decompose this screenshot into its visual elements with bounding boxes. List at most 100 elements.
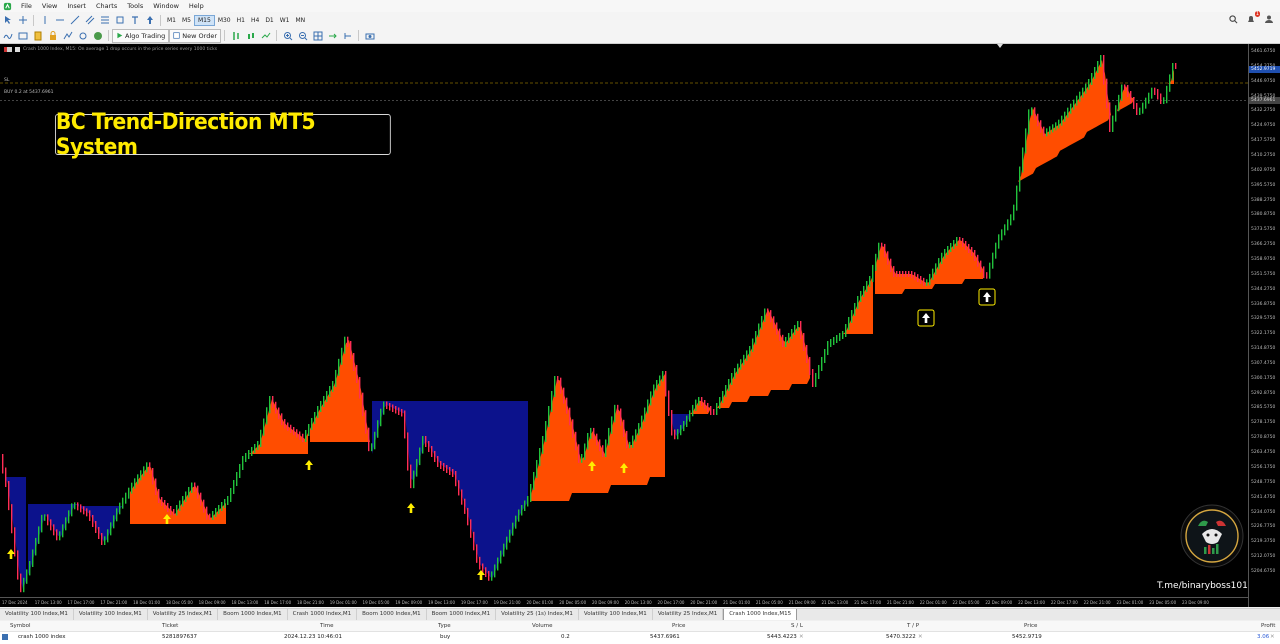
col-current-price[interactable]: Price (1024, 621, 1037, 631)
bull-candle (182, 496, 184, 507)
symbol-tab[interactable]: Volatility 100 Index,M1 (579, 609, 653, 620)
col-profit[interactable]: Profit (1261, 621, 1275, 631)
price-axis[interactable]: 5461.67505454.37505446.97505439.57505432… (1248, 44, 1280, 607)
col-sl[interactable]: S / L (791, 621, 803, 631)
time-tick: 17 Dec 21:00 (100, 600, 128, 605)
menu-view[interactable]: View (37, 0, 62, 12)
candles-icon[interactable] (245, 30, 256, 41)
chart-shift-icon[interactable] (342, 30, 353, 41)
new-order-button[interactable]: New Order (169, 28, 221, 43)
line-chart-icon[interactable] (260, 30, 271, 41)
bull-candle (143, 466, 145, 477)
trade-table: Symbol Ticket Time Type Volume Price S /… (0, 621, 1280, 644)
crosshair-icon[interactable] (17, 15, 28, 26)
col-price[interactable]: Price (672, 621, 685, 631)
channel-icon[interactable] (84, 15, 95, 26)
remove-sl-icon[interactable]: ✕ (799, 632, 804, 642)
bull-candle (584, 443, 586, 460)
symbol-tab[interactable]: Volatility 25 (1s) Index,M1 (496, 609, 579, 620)
table-row[interactable]: crash 1000 index 5281897637 2024.12.23 1… (0, 632, 1280, 642)
bull-candle (524, 500, 526, 511)
remove-tp-icon[interactable]: ✕ (918, 632, 923, 642)
indicators-icon[interactable] (2, 30, 13, 41)
menu-help[interactable]: Help (184, 0, 209, 12)
lock-icon[interactable] (47, 30, 58, 41)
trendline-icon[interactable] (69, 15, 80, 26)
fibonacci-icon[interactable] (99, 15, 110, 26)
timeframe-w1[interactable]: W1 (277, 15, 293, 26)
bull-candle (116, 508, 118, 522)
symbol-tab[interactable]: Volatility 25 Index,M1 (653, 609, 724, 620)
col-ticket[interactable]: Ticket (162, 621, 178, 631)
bull-candle (335, 369, 337, 387)
menu-insert[interactable]: Insert (62, 0, 91, 12)
bull-candle (257, 441, 259, 450)
bear-candle (899, 271, 901, 277)
template-icon[interactable] (32, 30, 43, 41)
autoscroll-icon[interactable] (327, 30, 338, 41)
menu-file[interactable]: File (16, 0, 37, 12)
timeframe-d1[interactable]: D1 (262, 15, 276, 26)
timeframe-mn[interactable]: MN (293, 15, 309, 26)
symbol-tab[interactable]: Boom 1000 Index,M1 (218, 609, 288, 620)
col-time[interactable]: Time (320, 621, 333, 631)
bear-candle (1043, 126, 1045, 137)
zoom-out-icon[interactable] (297, 30, 308, 41)
arrows-icon[interactable] (144, 15, 155, 26)
bull-candle (755, 331, 757, 345)
col-symbol[interactable]: Symbol (10, 621, 31, 631)
timeframe-h4[interactable]: H4 (248, 15, 262, 26)
market-icon[interactable] (92, 30, 103, 41)
timeframe-m30[interactable]: M30 (215, 15, 234, 26)
bull-candle (221, 502, 223, 511)
bull-candle (137, 474, 139, 485)
algo-trading-button[interactable]: Algo Trading (112, 28, 170, 43)
symbol-tab[interactable]: Boom 1000 Index,M1 (357, 609, 427, 620)
col-type[interactable]: Type (438, 621, 451, 631)
cursor-icon[interactable] (2, 15, 13, 26)
symbol-tab[interactable]: Crash 1000 Index,M1 (288, 609, 358, 620)
timeframe-h1[interactable]: H1 (234, 15, 248, 26)
timeframe-m1[interactable]: M1 (164, 15, 179, 26)
screenshot-icon[interactable] (364, 30, 375, 41)
search-icon[interactable] (1229, 14, 1238, 24)
grid-icon[interactable] (312, 30, 323, 41)
bull-candle (1019, 166, 1021, 192)
chart-window-icon[interactable] (17, 30, 28, 41)
text-tool-icon[interactable] (129, 15, 140, 26)
notifications-button[interactable]: 1 (1246, 11, 1260, 24)
bull-candle (119, 502, 121, 515)
symbol-tab[interactable]: Volatility 25 Index,M1 (148, 609, 219, 620)
bull-candle (857, 296, 859, 309)
timeframe-m5[interactable]: M5 (179, 15, 194, 26)
zoom-in-icon[interactable] (282, 30, 293, 41)
col-tp[interactable]: T / P (907, 621, 919, 631)
timeframe-m15[interactable]: M15 (194, 14, 215, 26)
time-tick: 21 Dec 21:00 (887, 600, 914, 605)
time-axis[interactable]: 17 Dec 2024 17 Dec 13:00 17 Dec 17:00 17 De… (0, 597, 1248, 607)
horizontal-line-icon[interactable] (54, 15, 65, 26)
bull-candle (590, 427, 592, 439)
user-icon[interactable] (1264, 14, 1274, 24)
symbol-tab[interactable]: Volatility 100 Index,M1 (74, 609, 148, 620)
close-position-icon[interactable]: ✕ (1270, 632, 1275, 642)
bear-candle (908, 271, 910, 277)
symbol-tab[interactable]: Crash 1000 Index,M15 (723, 609, 798, 620)
symbol-tab[interactable]: Volatility 100 Index,M1 (0, 609, 74, 620)
bear-candle (164, 500, 166, 509)
bull-candle (1031, 107, 1033, 116)
shapes-icon[interactable] (114, 15, 125, 26)
signals-icon[interactable] (77, 30, 88, 41)
bull-candle (611, 416, 613, 434)
menu-window[interactable]: Window (148, 0, 184, 12)
menu-charts[interactable]: Charts (91, 0, 122, 12)
symbol-tab[interactable]: Boom 1000 Index,M1 (427, 609, 497, 620)
bull-candle (1142, 102, 1144, 114)
bear-candle (401, 409, 403, 417)
chart-area[interactable]: Crash 1000 Index, M15: On average 1 drop… (0, 44, 1280, 607)
col-volume[interactable]: Volume (532, 621, 552, 631)
bar-chart-icon[interactable] (230, 30, 241, 41)
menu-tools[interactable]: Tools (122, 0, 148, 12)
vertical-line-icon[interactable] (39, 15, 50, 26)
strategy-tester-icon[interactable] (62, 30, 73, 41)
